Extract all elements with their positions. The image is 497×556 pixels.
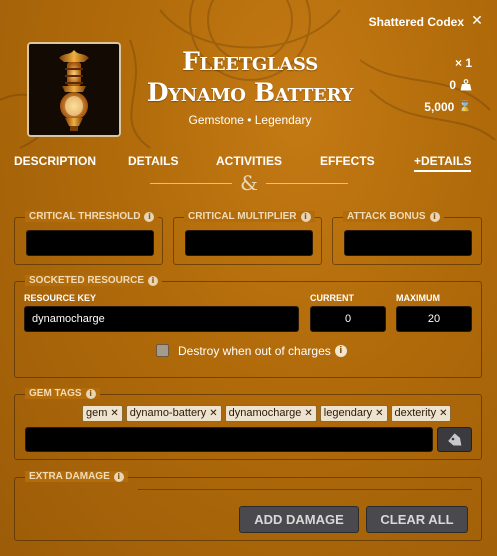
socketed-resource-legend: SOCKETED RESOURCE i	[25, 275, 163, 286]
resource-key-input[interactable]: dynamocharge	[24, 306, 299, 332]
destroy-when-empty-text: Destroy when out of charges	[178, 344, 331, 358]
price[interactable]: 5,000 ⌛	[424, 96, 472, 118]
gem-tag: gem ✕	[82, 405, 123, 422]
destroy-when-empty-label: Destroy when out of charges i	[178, 344, 347, 358]
gem-tag-input[interactable]	[25, 427, 433, 452]
item-portrait[interactable]	[27, 42, 121, 137]
item-subtitle: Gemstone • Legendary	[188, 113, 312, 127]
remove-tag-icon[interactable]: ✕	[439, 406, 447, 421]
attack-bonus-input[interactable]	[344, 230, 472, 256]
gem-tags-label: GEM TAGS	[29, 388, 82, 399]
current-label: CURRENT	[310, 293, 354, 303]
item-sheet: Shattered Codex ✕ Fleetglass Dynamo Batt…	[0, 0, 497, 556]
critical-threshold-group: CRITICAL THRESHOLD i	[14, 211, 163, 265]
gem-tag: dynamo-battery ✕	[125, 405, 222, 422]
tab-details[interactable]: DETAILS	[128, 154, 178, 170]
quantity[interactable]: × 1	[424, 52, 472, 74]
critical-multiplier-group: CRITICAL MULTIPLIER i	[173, 211, 322, 265]
gem-tag-label: dynamocharge	[228, 407, 302, 419]
tab-activities[interactable]: ACTIVITIES	[216, 154, 282, 170]
maximum-label: MAXIMUM	[396, 293, 440, 303]
gem-tag: dynamocharge ✕	[224, 405, 317, 422]
tab-description[interactable]: DESCRIPTION	[14, 154, 96, 170]
info-icon[interactable]: i	[429, 211, 440, 222]
weight-value: 0	[449, 78, 456, 92]
extra-damage-group: EXTRA DAMAGE i ADD DAMAGE CLEAR ALL	[14, 471, 482, 541]
add-tag-button[interactable]	[437, 427, 472, 452]
gem-tag-label: dexterity	[394, 407, 437, 419]
sheet-tabs: DESCRIPTION DETAILS ACTIVITIES EFFECTS +…	[0, 154, 497, 172]
close-icon: ✕	[471, 13, 483, 29]
remove-tag-icon[interactable]: ✕	[375, 406, 383, 421]
item-stats: × 1 0 5,000 ⌛	[424, 52, 472, 118]
divider-left	[150, 183, 232, 184]
extra-damage-legend: EXTRA DAMAGE i	[25, 471, 128, 482]
extra-damage-label: EXTRA DAMAGE	[29, 471, 110, 482]
close-button[interactable]: ✕	[469, 12, 485, 30]
resource-key-label: RESOURCE KEY	[24, 293, 97, 303]
socketed-resource-label: SOCKETED RESOURCE	[29, 275, 145, 286]
attack-bonus-legend: ATTACK BONUS i	[343, 211, 444, 222]
extra-damage-rule	[138, 489, 472, 490]
gem-tags-legend: GEM TAGS i	[25, 388, 100, 399]
clear-all-button[interactable]: CLEAR ALL	[366, 506, 468, 533]
gem-tags-group: GEM TAGS i gem ✕ dynamo-battery ✕ dynamoch…	[14, 388, 482, 460]
gem-tag-label: legendary	[323, 407, 373, 419]
gem-tag-label: dynamo-battery	[129, 407, 207, 419]
critical-multiplier-legend: CRITICAL MULTIPLIER i	[184, 211, 315, 222]
info-icon[interactable]: i	[300, 211, 311, 222]
info-icon[interactable]: i	[85, 388, 96, 399]
tab-effects[interactable]: EFFECTS	[320, 154, 375, 170]
destroy-when-empty-checkbox[interactable]	[156, 344, 169, 357]
gem-tag-list: gem ✕ dynamo-battery ✕ dynamocharge ✕ legen…	[82, 405, 452, 422]
weight[interactable]: 0	[424, 74, 472, 96]
maximum-input[interactable]: 20	[396, 306, 472, 332]
item-name[interactable]: Fleetglass Dynamo Battery	[135, 46, 365, 108]
current-input[interactable]: 0	[310, 306, 386, 332]
remove-tag-icon[interactable]: ✕	[110, 406, 118, 421]
add-damage-button[interactable]: ADD DAMAGE	[239, 506, 359, 533]
remove-tag-icon[interactable]: ✕	[209, 406, 217, 421]
tag-icon	[448, 433, 462, 446]
tab-plus-details[interactable]: +DETAILS	[414, 154, 472, 172]
critical-threshold-label: CRITICAL THRESHOLD	[29, 211, 141, 222]
critical-multiplier-label: CRITICAL MULTIPLIER	[188, 211, 297, 222]
info-icon[interactable]: i	[334, 345, 347, 357]
critical-threshold-input[interactable]	[26, 230, 154, 256]
socketed-resource-group: SOCKETED RESOURCE i RESOURCE KEY dynamoc…	[14, 275, 482, 378]
gem-tag-label: gem	[86, 407, 108, 419]
gem-tag: dexterity ✕	[390, 405, 452, 422]
quantity-value: × 1	[454, 56, 472, 70]
weight-icon	[460, 79, 472, 91]
hourglass-icon: ⌛	[458, 100, 472, 113]
dynamo-battery-image-icon	[29, 44, 119, 135]
window-title: Shattered Codex	[368, 15, 464, 29]
info-icon[interactable]: i	[144, 211, 155, 222]
gem-tag: legendary ✕	[319, 405, 388, 422]
divider-right	[266, 183, 348, 184]
critical-threshold-legend: CRITICAL THRESHOLD i	[25, 211, 159, 222]
price-value: 5,000	[424, 100, 455, 114]
critical-multiplier-input[interactable]	[185, 230, 313, 256]
info-icon[interactable]: i	[113, 471, 124, 482]
dnd-ampersand-icon: &	[240, 171, 258, 195]
info-icon[interactable]: i	[148, 275, 159, 286]
attack-bonus-label: ATTACK BONUS	[347, 211, 426, 222]
remove-tag-icon[interactable]: ✕	[304, 406, 312, 421]
attack-bonus-group: ATTACK BONUS i	[332, 211, 482, 265]
